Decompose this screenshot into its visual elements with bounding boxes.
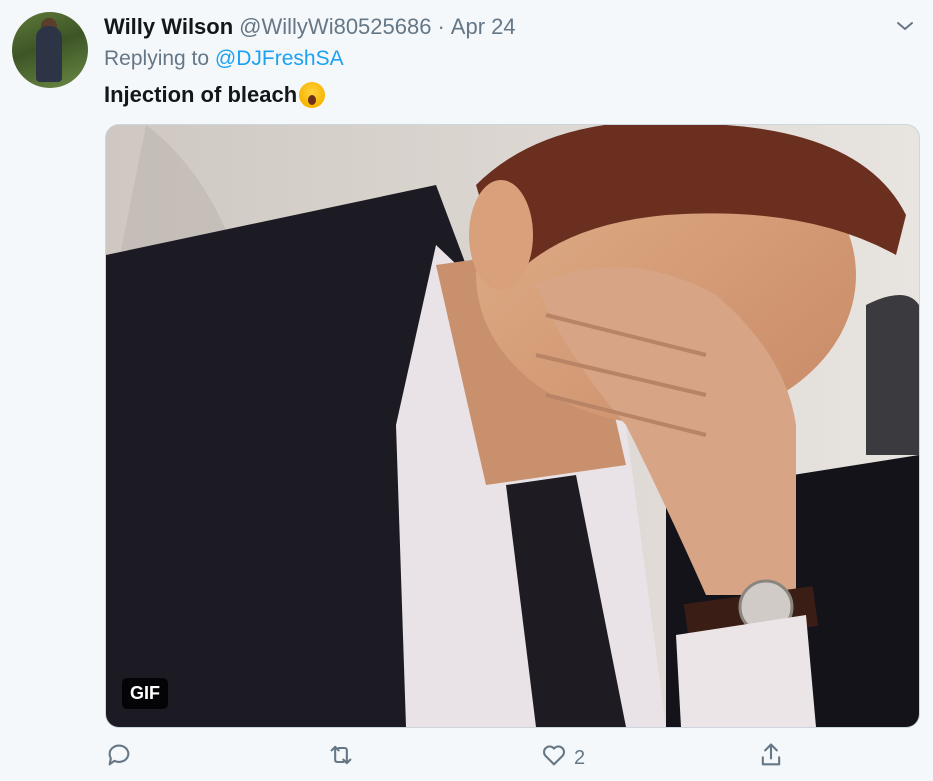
share-button[interactable]	[757, 740, 785, 776]
author-handle[interactable]: @WillyWi80525686	[239, 14, 431, 40]
tweet-date[interactable]: Apr 24	[451, 14, 516, 40]
author-name[interactable]: Willy Wilson	[104, 14, 233, 40]
reply-icon	[105, 741, 133, 775]
tweet-header: Willy Wilson @WillyWi80525686 · Apr 24	[104, 14, 913, 44]
tweet-media-gif[interactable]: GIF	[105, 124, 920, 728]
share-icon	[757, 741, 785, 775]
retweet-icon	[327, 741, 355, 775]
replying-to: Replying to @DJFreshSA	[104, 47, 344, 71]
tweet-body: Injection of bleach	[104, 82, 298, 107]
screaming-face-emoji-icon	[299, 82, 326, 108]
like-button[interactable]: 2	[540, 740, 585, 776]
tweet-text: Injection of bleach	[104, 82, 326, 108]
gif-frame-image	[106, 125, 919, 727]
gif-badge: GIF	[122, 678, 168, 709]
separator-dot: ·	[437, 14, 445, 39]
tweet-actions: 2	[105, 740, 825, 776]
heart-icon	[540, 741, 568, 775]
like-count: 2	[574, 746, 586, 769]
avatar-figure	[36, 26, 62, 82]
chevron-down-icon[interactable]	[893, 14, 917, 38]
replying-prefix: Replying to	[104, 47, 215, 70]
avatar[interactable]	[12, 12, 88, 88]
reply-button[interactable]	[105, 740, 133, 776]
retweet-button[interactable]	[327, 740, 355, 776]
replying-to-link[interactable]: @DJFreshSA	[215, 47, 344, 70]
